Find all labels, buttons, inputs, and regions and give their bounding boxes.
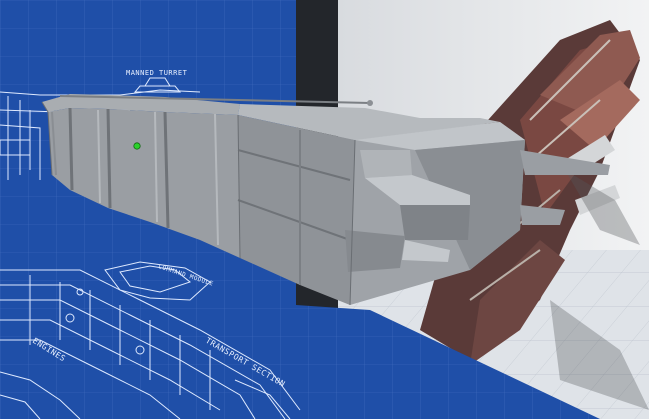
pivot-marker[interactable] bbox=[133, 142, 141, 150]
3d-viewport[interactable]: MANNED TURRET COMMAND MODULE TRANSPORT S… bbox=[0, 0, 649, 419]
scene-canvas[interactable]: MANNED TURRET COMMAND MODULE TRANSPORT S… bbox=[0, 0, 649, 419]
label-manned-turret: MANNED TURRET bbox=[126, 69, 188, 77]
